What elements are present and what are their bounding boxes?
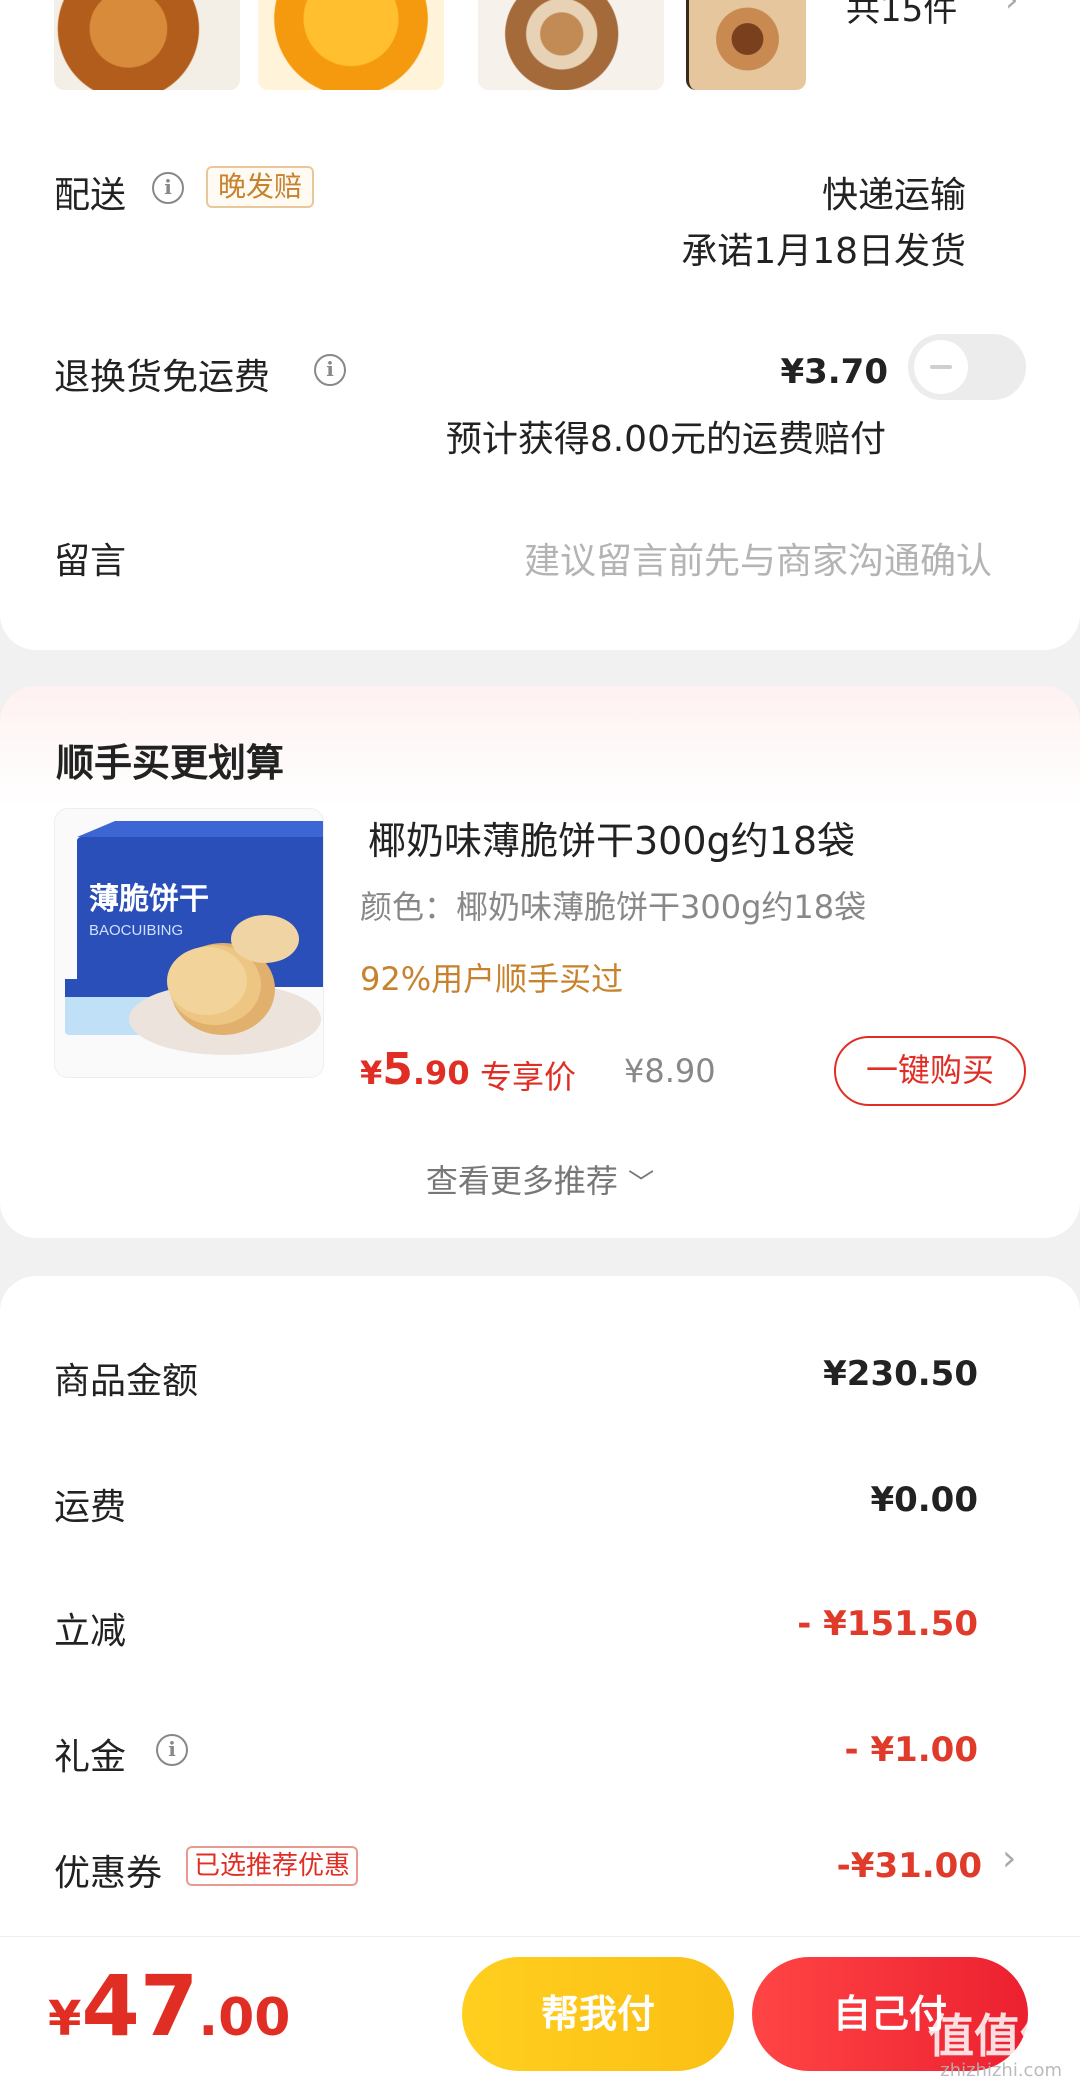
more-recommendations-link[interactable]: 查看更多推荐 ﹀ <box>0 1156 1080 1202</box>
total-integer: 47 <box>81 1957 199 2055</box>
exclusive-price-tag: 专享价 <box>480 1058 577 1096</box>
watermark-logo: 值值值 <box>928 2009 1066 2063</box>
goods-count[interactable]: 共15件 <box>846 0 957 31</box>
gift-label: 礼金 <box>54 1737 127 1778</box>
coupon-value[interactable]: -¥31.00 <box>837 1846 982 1886</box>
product-spec: 颜色：椰奶味薄脆饼干300g约18袋 <box>360 888 867 926</box>
compensation-note: 预计获得8.00元的运费赔付 <box>445 419 886 460</box>
recommend-title: 顺手买更划算 <box>56 741 285 785</box>
message-label: 留言 <box>54 541 127 582</box>
product-name[interactable]: 椰奶味薄脆饼干300g约18袋 <box>368 810 855 865</box>
product-image[interactable]: 薄脆饼干 BAOCUIBING <box>54 808 324 1078</box>
toggle-knob <box>914 340 968 394</box>
one-click-buy-button[interactable]: 一键购买 <box>834 1036 1026 1106</box>
recommend-card: 顺手买更划算 薄脆饼干 BAOCUIBING 椰奶味薄脆饼干300g约18袋 颜… <box>0 686 1080 1238</box>
chevron-down-icon: ﹀ <box>628 1169 655 1199</box>
help-me-pay-button[interactable]: 帮我付 <box>462 1957 734 2071</box>
discount-label: 立减 <box>54 1611 127 1652</box>
goods-thumbnail[interactable] <box>686 0 806 90</box>
goods-thumbnail[interactable] <box>478 0 664 90</box>
chevron-right-icon[interactable]: › <box>1005 0 1019 20</box>
package-sub-text: BAOCUIBING <box>89 922 183 939</box>
return-shipping-price: ¥3.70 <box>780 352 888 392</box>
price-summary-card: 商品金额 ¥230.50 运费 ¥0.00 立减 - ¥151.50 礼金 i … <box>0 1276 1080 1936</box>
info-icon[interactable]: i <box>156 1734 188 1766</box>
delivery-label: 配送 <box>54 175 127 216</box>
goods-amount-value: ¥230.50 <box>823 1354 978 1394</box>
shipping-label: 运费 <box>54 1487 127 1528</box>
watermark-site: zhizhizhi.com <box>940 2060 1062 2081</box>
more-recommendations-label: 查看更多推荐 <box>425 1162 618 1200</box>
gift-value: - ¥1.00 <box>844 1730 979 1770</box>
coupon-label[interactable]: 优惠券 <box>54 1844 162 1896</box>
info-icon[interactable]: i <box>314 354 346 386</box>
biscuit-box-image: 薄脆饼干 BAOCUIBING <box>65 821 323 1055</box>
coupon-tag: 已选推荐优惠 <box>186 1846 359 1886</box>
info-icon[interactable]: i <box>152 172 184 204</box>
product-price: ¥5.90 <box>360 1044 470 1095</box>
total-price: ¥47.00 <box>48 1957 290 2055</box>
return-shipping-toggle[interactable] <box>908 334 1026 400</box>
goods-amount-label: 商品金额 <box>54 1361 199 1402</box>
price-decimal: .90 <box>412 1054 470 1092</box>
price-symbol: ¥ <box>360 1054 383 1092</box>
order-info-card: 共15件 › 配送 i 晚发赔 快递运输 承诺1月18日发货 退换货免运费 i … <box>0 0 1080 650</box>
original-price: ¥8.90 <box>624 1052 716 1090</box>
return-shipping-label: 退换货免运费 <box>54 357 271 398</box>
total-symbol: ¥ <box>48 1991 82 2047</box>
message-input[interactable]: 建议留言前先与商家沟通确认 <box>524 532 992 584</box>
price-integer: 5 <box>382 1044 413 1095</box>
late-compensation-tag: 晚发赔 <box>206 166 315 208</box>
social-proof: 92%用户顺手买过 <box>360 960 624 998</box>
package-brand-text: 薄脆饼干 <box>89 882 209 916</box>
chevron-right-icon[interactable]: › <box>1002 1838 1016 1879</box>
goods-thumbnail[interactable] <box>54 0 240 90</box>
goods-thumbnail[interactable] <box>258 0 444 90</box>
shipping-value: ¥0.00 <box>870 1480 978 1520</box>
delivery-method: 快递运输 <box>821 175 966 216</box>
total-decimal: .00 <box>198 1988 291 2048</box>
delivery-promise: 承诺1月18日发货 <box>681 231 966 272</box>
discount-value: - ¥151.50 <box>797 1604 978 1644</box>
checkout-bar: ¥47.00 帮我付 自己付 <box>0 1936 1080 2085</box>
